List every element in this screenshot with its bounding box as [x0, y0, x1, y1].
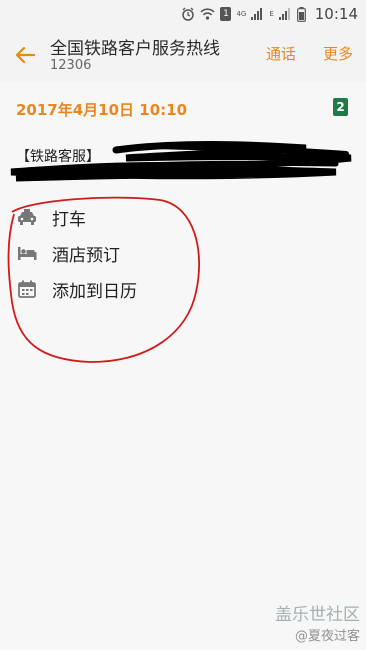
- watermark-logo: 盖乐世社区: [275, 605, 360, 625]
- signal-bars-2-icon: [278, 8, 292, 20]
- watermark-user: @夏夜过客: [294, 629, 360, 644]
- signal-bars-icon: [251, 8, 264, 20]
- battery-icon: [296, 6, 306, 22]
- sim-slot-badge: 1: [220, 7, 232, 21]
- watermark: 盖乐世社区 @夏夜过客: [275, 600, 360, 644]
- back-button[interactable]: [8, 38, 42, 72]
- more-button[interactable]: 更多: [323, 43, 353, 64]
- network-e-label: E: [269, 9, 274, 18]
- alarm-icon: [181, 7, 195, 21]
- back-arrow-icon: [15, 46, 35, 64]
- contact-title: 全国铁路客户服务热线: [50, 39, 220, 59]
- status-bar: 1 4G E 10:14: [0, 0, 366, 28]
- contact-number: 12306: [50, 58, 92, 73]
- network-4g-label: 4G: [236, 9, 247, 18]
- wifi-icon: [200, 7, 216, 21]
- status-time: 10:14: [314, 5, 358, 23]
- message-thread: 2017年4月10日 10:10 2 【铁路客服】 打车 酒店预订 添加到日历: [0, 82, 366, 650]
- sim2-badge: 2: [333, 98, 348, 116]
- message-date: 2017年4月10日 10:10: [16, 101, 188, 119]
- redaction-scribble: [10, 141, 352, 182]
- app-bar: 全国铁路客户服务热线 12306 通话 更多: [0, 28, 366, 82]
- call-button[interactable]: 通话: [266, 43, 296, 64]
- red-annotation-circle: [7, 196, 200, 363]
- status-icons: 1 4G E 10:14: [181, 4, 358, 24]
